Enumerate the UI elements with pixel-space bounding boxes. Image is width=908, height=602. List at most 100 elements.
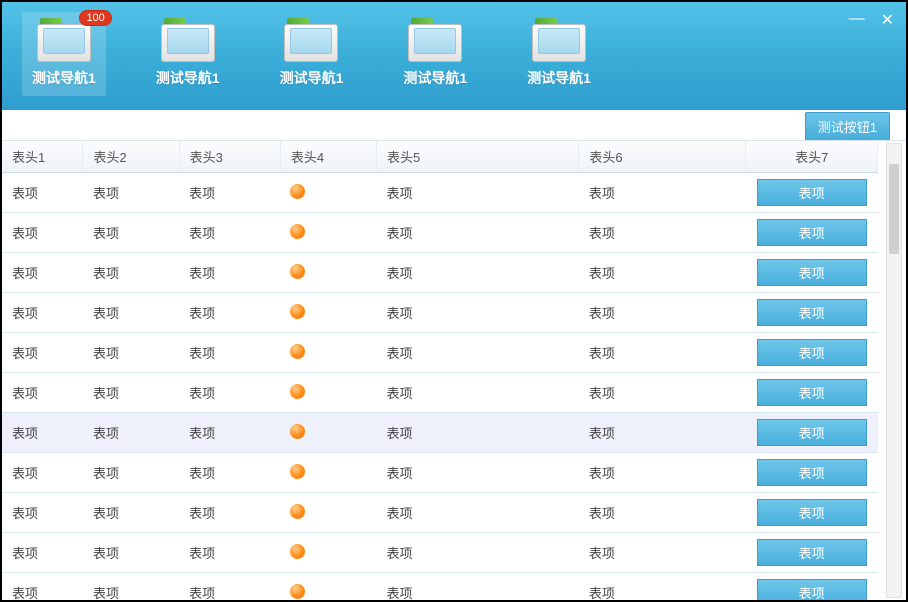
action-cell: 表项 [746,573,878,601]
table-row[interactable]: 表项表项表项表项表项表项 [2,293,878,333]
text-cell: 表项 [2,333,83,373]
text-cell: 表项 [83,373,179,413]
window-controls: — ✕ [849,10,894,30]
nav-label: 测试导航1 [280,68,344,88]
nav-item-0[interactable]: 测试导航1100 [22,12,106,96]
text-cell: 表项 [579,453,746,493]
table-container: 表头1表头2表头3表头4表头5表头6表头7 表项表项表项表项表项表项表项表项表项… [2,140,906,600]
table-row[interactable]: 表项表项表项表项表项表项 [2,453,878,493]
table-row[interactable]: 表项表项表项表项表项表项 [2,533,878,573]
row-action-button[interactable]: 表项 [757,379,867,406]
text-cell: 表项 [579,213,746,253]
nav-item-2[interactable]: 测试导航1 [270,12,354,96]
nav-item-1[interactable]: 测试导航1 [146,12,230,96]
table-row[interactable]: 表项表项表项表项表项表项 [2,213,878,253]
status-cell [280,413,376,453]
row-action-button[interactable]: 表项 [757,459,867,486]
folder-icon [161,18,215,62]
close-button[interactable]: ✕ [881,10,894,30]
status-dot-icon [290,344,305,359]
status-cell [280,333,376,373]
table-row[interactable]: 表项表项表项表项表项表项 [2,173,878,213]
status-cell [280,373,376,413]
text-cell: 表项 [179,173,280,213]
text-cell: 表项 [579,533,746,573]
table-row[interactable]: 表项表项表项表项表项表项 [2,373,878,413]
text-cell: 表项 [579,493,746,533]
action-cell: 表项 [746,253,878,293]
table-row[interactable]: 表项表项表项表项表项表项 [2,493,878,533]
text-cell: 表项 [83,493,179,533]
column-header-5[interactable]: 表头5 [376,141,578,173]
column-header-1[interactable]: 表头1 [2,141,83,173]
text-cell: 表项 [579,413,746,453]
text-cell: 表项 [376,453,578,493]
app-window: 测试导航1100测试导航1测试导航1测试导航1测试导航1 — ✕ 测试按钮1 表… [0,0,908,602]
column-header-7[interactable]: 表头7 [746,141,878,173]
text-cell: 表项 [579,173,746,213]
text-cell: 表项 [376,253,578,293]
data-table: 表头1表头2表头3表头4表头5表头6表头7 表项表项表项表项表项表项表项表项表项… [2,141,878,600]
status-dot-icon [290,544,305,559]
column-header-4[interactable]: 表头4 [280,141,376,173]
status-dot-icon [290,304,305,319]
text-cell: 表项 [2,533,83,573]
text-cell: 表项 [376,173,578,213]
minimize-button[interactable]: — [849,10,865,30]
status-dot-icon [290,264,305,279]
text-cell: 表项 [2,573,83,601]
action-cell: 表项 [746,213,878,253]
text-cell: 表项 [2,373,83,413]
row-action-button[interactable]: 表项 [757,219,867,246]
scrollbar-thumb[interactable] [889,164,899,254]
text-cell: 表项 [376,573,578,601]
column-header-2[interactable]: 表头2 [83,141,179,173]
table-row[interactable]: 表项表项表项表项表项表项 [2,573,878,601]
status-dot-icon [290,424,305,439]
row-action-button[interactable]: 表项 [757,259,867,286]
nav-item-3[interactable]: 测试导航1 [393,12,477,96]
status-cell [280,573,376,601]
action-cell: 表项 [746,533,878,573]
vertical-scrollbar[interactable] [886,143,902,598]
action-cell: 表项 [746,293,878,333]
table-row[interactable]: 表项表项表项表项表项表项 [2,253,878,293]
text-cell: 表项 [83,213,179,253]
test-button-1[interactable]: 测试按钮1 [805,112,890,141]
text-cell: 表项 [579,573,746,601]
text-cell: 表项 [83,333,179,373]
action-cell: 表项 [746,453,878,493]
text-cell: 表项 [179,333,280,373]
row-action-button[interactable]: 表项 [757,419,867,446]
text-cell: 表项 [376,533,578,573]
row-action-button[interactable]: 表项 [757,299,867,326]
table-row[interactable]: 表项表项表项表项表项表项 [2,413,878,453]
text-cell: 表项 [179,573,280,601]
text-cell: 表项 [83,533,179,573]
column-header-3[interactable]: 表头3 [179,141,280,173]
status-dot-icon [290,384,305,399]
column-header-6[interactable]: 表头6 [579,141,746,173]
text-cell: 表项 [579,253,746,293]
nav-label: 测试导航1 [156,68,220,88]
text-cell: 表项 [179,213,280,253]
text-cell: 表项 [83,413,179,453]
status-cell [280,493,376,533]
nav-label: 测试导航1 [32,68,96,88]
text-cell: 表项 [83,453,179,493]
row-action-button[interactable]: 表项 [757,539,867,566]
text-cell: 表项 [179,453,280,493]
text-cell: 表项 [376,493,578,533]
text-cell: 表项 [579,373,746,413]
status-dot-icon [290,464,305,479]
action-cell: 表项 [746,373,878,413]
row-action-button[interactable]: 表项 [757,179,867,206]
text-cell: 表项 [179,413,280,453]
table-row[interactable]: 表项表项表项表项表项表项 [2,333,878,373]
row-action-button[interactable]: 表项 [757,339,867,366]
status-dot-icon [290,584,305,599]
folder-icon [408,18,462,62]
row-action-button[interactable]: 表项 [757,579,867,600]
nav-item-4[interactable]: 测试导航1 [517,12,601,96]
row-action-button[interactable]: 表项 [757,499,867,526]
